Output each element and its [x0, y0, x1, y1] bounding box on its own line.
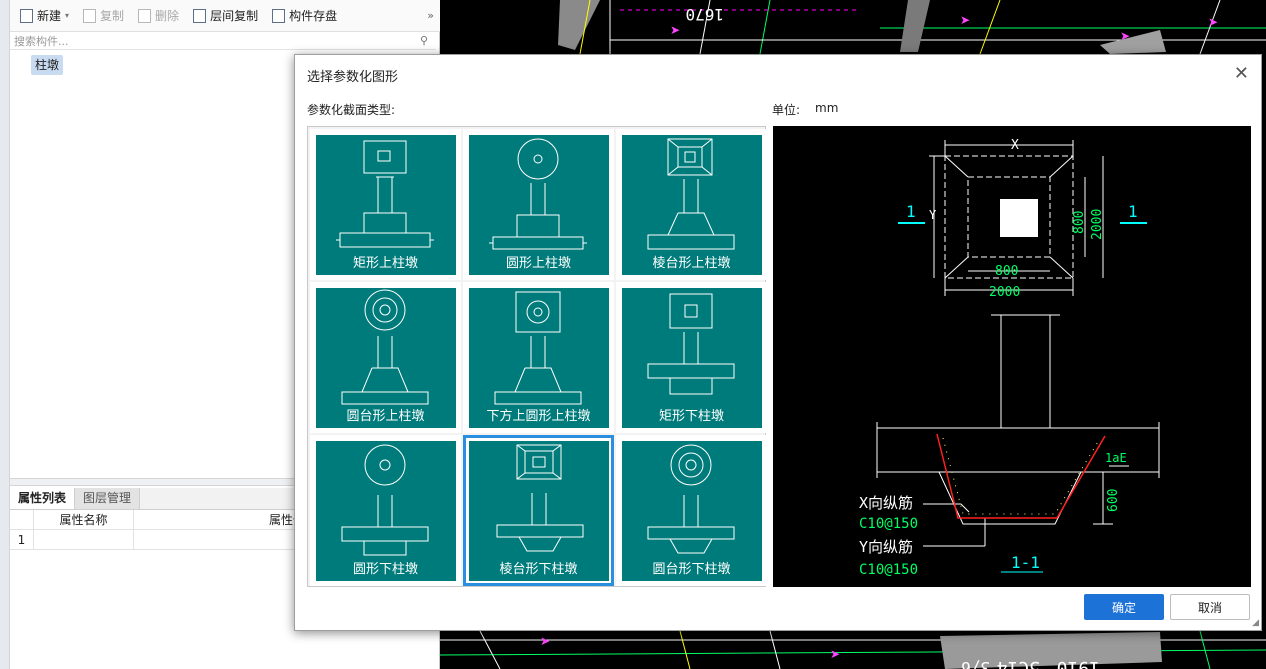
copy-button[interactable]: 复制 — [77, 4, 130, 28]
shape-label: 矩形上柱墩 — [352, 255, 418, 271]
ok-button[interactable]: 确定 — [1084, 594, 1164, 620]
shape-option-circle-bottom[interactable]: 圆形下柱墩 — [310, 435, 461, 586]
shape-label: 矩形下柱墩 — [658, 408, 724, 424]
shape-label: 圆形下柱墩 — [352, 561, 418, 577]
shape-tile: 圆形上柱墩 — [468, 134, 609, 275]
shape-option-cone-frustum-top[interactable]: 圆台形上柱墩 — [310, 282, 461, 433]
shape-option-frustum-bottom[interactable]: 棱台形下柱墩 — [463, 435, 614, 586]
shape-label: 棱台形下柱墩 — [499, 561, 578, 577]
dim-x-label: X — [1011, 138, 1019, 153]
parametric-shape-dialog: 选择参数化图形 ✕ 参数化截面类型: 单位: mm 矩形上柱墩 圆形上柱墩 棱台… — [294, 54, 1262, 631]
cad-text-2: 3/6 — [961, 658, 990, 669]
shape-preview: X Y 800 2000 800 2000 1 1 1aE 600 X向纵筋 C… — [773, 126, 1251, 587]
shape-option-frustum-top[interactable]: 棱台形上柱墩 — [616, 129, 767, 280]
save-component-button[interactable]: 构件存盘 — [266, 4, 343, 28]
unit-value: mm — [815, 101, 839, 115]
more-icon[interactable]: » — [427, 9, 434, 22]
dialog-title: 选择参数化图形 — [307, 70, 399, 85]
shape-tile: 圆台形下柱墩 — [621, 440, 762, 581]
dim-y-label: Y — [929, 208, 937, 222]
shape-tile: 矩形下柱墩 — [621, 287, 762, 428]
tab-property-list[interactable]: 属性列表 — [10, 488, 76, 509]
index-header — [10, 510, 34, 529]
shape-tile: 矩形上柱墩 — [315, 134, 456, 275]
search-placeholder: 搜索构件... — [14, 34, 69, 48]
dim-800-vertical: 800 — [1072, 211, 1087, 234]
dim-2000-horizontal: 2000 — [989, 285, 1020, 300]
depth-label: 600 — [1106, 489, 1121, 512]
svg-text:➤: ➤ — [960, 13, 970, 27]
svg-text:➤: ➤ — [1208, 15, 1218, 29]
row-index: 1 — [10, 530, 34, 549]
x-rebar-spec: C10@150 — [859, 516, 918, 532]
copy-button-label: 复制 — [100, 9, 125, 23]
new-button[interactable]: 新建 ▾ — [14, 4, 75, 28]
side-strip — [0, 0, 10, 669]
shape-option-rect-top[interactable]: 矩形上柱墩 — [310, 129, 461, 280]
search-input[interactable]: 搜索构件... ⚲ — [10, 32, 436, 50]
floor-copy-button[interactable]: 层间复制 — [187, 4, 264, 28]
new-file-icon — [20, 8, 33, 23]
unit-label: 单位: — [772, 103, 801, 117]
floor-copy-label: 层间复制 — [210, 9, 259, 23]
shape-option-rect-bottom[interactable]: 矩形下柱墩 — [616, 282, 767, 433]
dim-800-horizontal: 800 — [995, 264, 1018, 279]
save-component-icon — [272, 8, 286, 23]
delete-button[interactable]: 删除 — [132, 4, 185, 28]
cancel-button[interactable]: 取消 — [1170, 594, 1250, 620]
save-component-label: 构件存盘 — [289, 9, 338, 23]
svg-text:➤: ➤ — [830, 647, 840, 661]
section-mark-right: 1 — [1128, 202, 1138, 221]
shape-label: 下方上圆形上柱墩 — [486, 408, 591, 424]
dim-2000-vertical: 2000 — [1090, 209, 1105, 240]
section-type-label: 参数化截面类型: — [307, 103, 396, 117]
search-icon[interactable]: ⚲ — [420, 34, 428, 47]
cad-text-3: 1910 — [1057, 657, 1100, 669]
shape-tile: 圆形下柱墩 — [315, 440, 456, 581]
new-button-label: 新建 — [37, 9, 62, 23]
cad-dimension-text: 1670 — [685, 5, 724, 24]
shape-tile: 棱台形上柱墩 — [621, 134, 762, 275]
section-mark-left: 1 — [906, 202, 916, 221]
shape-tile: 棱台形下柱墩 — [468, 440, 609, 581]
tree-item-pier[interactable]: 柱墩 — [31, 55, 64, 75]
shape-option-cone-frustum-bottom[interactable]: 圆台形下柱墩 — [616, 435, 767, 586]
shape-tile: 下方上圆形上柱墩 — [468, 287, 609, 428]
resize-grip-icon[interactable]: ◢ — [1252, 618, 1259, 628]
y-rebar-spec: C10@150 — [859, 562, 918, 578]
svg-text:➤: ➤ — [1120, 29, 1130, 43]
shape-grid: 矩形上柱墩 圆形上柱墩 棱台形上柱墩 圆台形上柱墩 下方上圆形上柱墩 矩形下柱墩… — [307, 126, 767, 587]
anchor-length-label: 1aE — [1105, 451, 1127, 465]
cad-text-1: 5C14 — [997, 657, 1040, 669]
shape-label: 圆台形下柱墩 — [652, 561, 731, 577]
shape-label: 圆形上柱墩 — [505, 255, 571, 271]
close-icon[interactable]: ✕ — [1234, 63, 1249, 84]
shape-label: 圆台形上柱墩 — [346, 408, 425, 424]
shape-option-circle-top[interactable]: 圆形上柱墩 — [463, 129, 614, 280]
row-name[interactable] — [34, 530, 134, 549]
shape-tile: 圆台形上柱墩 — [315, 287, 456, 428]
svg-text:➤: ➤ — [670, 23, 680, 37]
property-name-header: 属性名称 — [34, 510, 134, 529]
x-rebar-label: X向纵筋 — [859, 494, 913, 512]
floor-copy-icon — [193, 8, 207, 23]
shape-option-square-circle-top[interactable]: 下方上圆形上柱墩 — [463, 282, 614, 433]
chevron-down-icon[interactable]: ▾ — [65, 11, 69, 20]
shape-label: 棱台形上柱墩 — [652, 255, 731, 271]
tab-layer-management[interactable]: 图层管理 — [75, 488, 141, 509]
trash-icon — [138, 8, 152, 23]
y-rebar-label: Y向纵筋 — [859, 538, 913, 556]
delete-button-label: 删除 — [155, 9, 180, 23]
section-title: 1-1 — [1011, 553, 1040, 572]
component-toolbar: 新建 ▾ 复制 删除 层间复制 构件存盘 » — [10, 0, 440, 32]
copy-icon — [83, 8, 97, 23]
svg-text:➤: ➤ — [540, 634, 550, 648]
